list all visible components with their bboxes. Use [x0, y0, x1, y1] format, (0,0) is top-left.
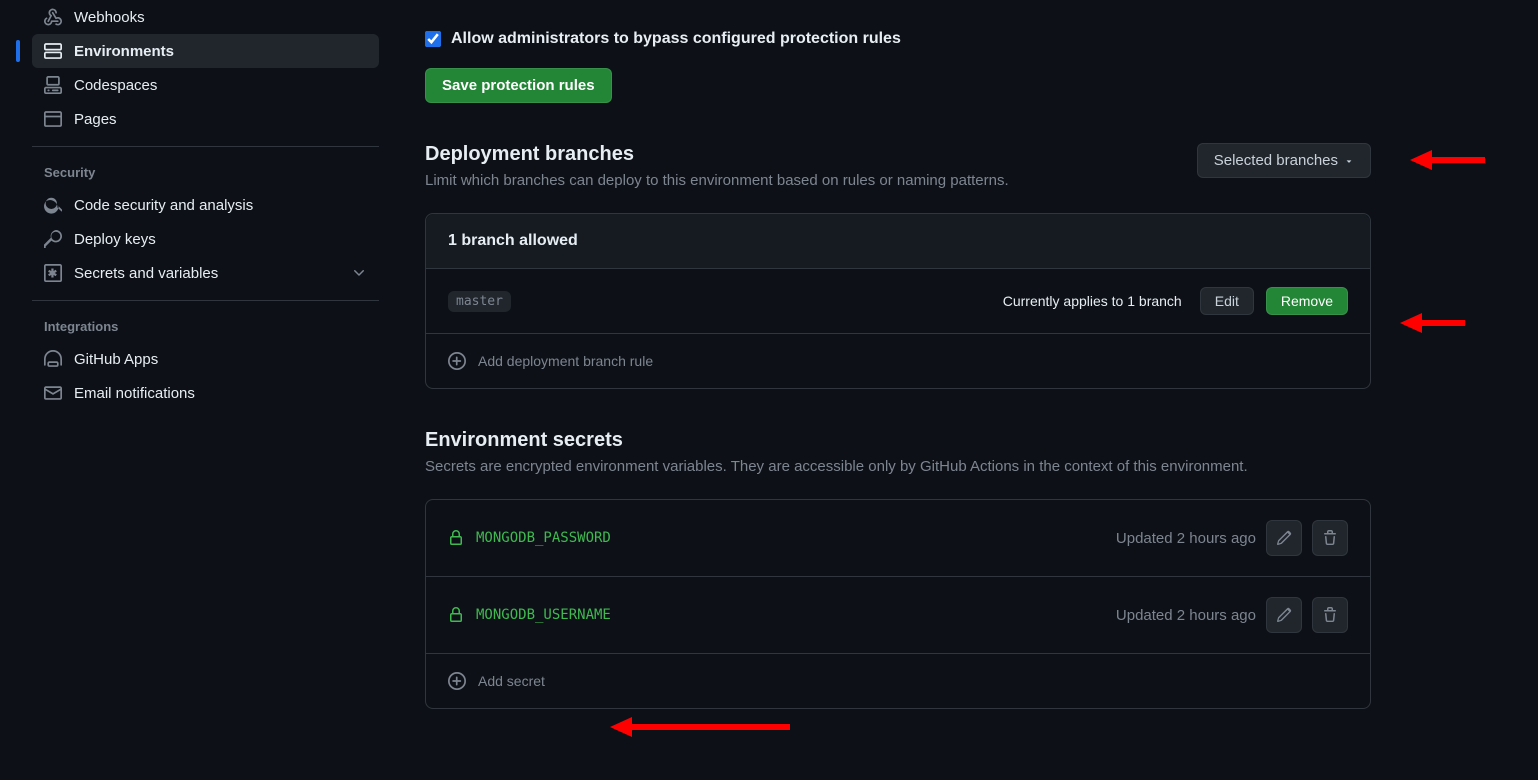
secret-name: MONGODB_USERNAME [476, 607, 611, 623]
branch-tag: master [448, 291, 511, 312]
delete-secret-button[interactable] [1312, 520, 1348, 556]
secrets-desc: Secrets are encrypted environment variab… [425, 458, 1371, 475]
triangle-down-icon [1344, 156, 1354, 166]
sidebar-item-label: Code security and analysis [74, 197, 253, 214]
sidebar-item-label: Email notifications [74, 385, 195, 402]
settings-sidebar: Webhooks Environments Codespaces Pages S… [0, 0, 395, 780]
hubot-icon [44, 350, 62, 368]
secret-updated: Updated 2 hours ago [1116, 607, 1256, 624]
bypass-admin-label: Allow administrators to bypass configure… [451, 30, 901, 48]
branch-rules-box: 1 branch allowed master Currently applie… [425, 213, 1371, 389]
asterisk-icon [44, 264, 62, 282]
sidebar-item-email-notifications[interactable]: Email notifications [32, 376, 379, 410]
selected-branches-dropdown[interactable]: Selected branches [1197, 143, 1371, 178]
pencil-icon [1276, 607, 1292, 623]
sidebar-item-label: Pages [74, 111, 117, 128]
add-branch-rule-button[interactable]: Add deployment branch rule [426, 334, 1370, 388]
sidebar-item-environments[interactable]: Environments [32, 34, 379, 68]
environment-secrets-section: Environment secrets Secrets are encrypte… [425, 429, 1371, 709]
pencil-icon [1276, 530, 1292, 546]
save-protection-rules-button[interactable]: Save protection rules [425, 68, 612, 103]
branch-status: Currently applies to 1 branch [1003, 293, 1182, 309]
browser-icon [44, 110, 62, 128]
remove-branch-button[interactable]: Remove [1266, 287, 1348, 315]
sidebar-item-codespaces[interactable]: Codespaces [32, 68, 379, 102]
edit-secret-button[interactable] [1266, 597, 1302, 633]
sidebar-heading-integrations: Integrations [32, 311, 379, 342]
dropdown-label: Selected branches [1214, 152, 1338, 169]
branch-box-header: 1 branch allowed [426, 214, 1370, 269]
codescan-icon [44, 196, 62, 214]
edit-secret-button[interactable] [1266, 520, 1302, 556]
add-secret-label: Add secret [478, 673, 545, 689]
secrets-box: MONGODB_PASSWORD Updated 2 hours ago [425, 499, 1371, 709]
secret-updated: Updated 2 hours ago [1116, 530, 1256, 547]
sidebar-heading-security: Security [32, 157, 379, 188]
trash-icon [1322, 530, 1338, 546]
annotation-arrow [1410, 145, 1485, 175]
secret-name: MONGODB_PASSWORD [476, 530, 611, 546]
sidebar-item-code-security[interactable]: Code security and analysis [32, 188, 379, 222]
edit-branch-button[interactable]: Edit [1200, 287, 1254, 315]
sidebar-item-label: Deploy keys [74, 231, 156, 248]
trash-icon [1322, 607, 1338, 623]
webhook-icon [44, 8, 62, 26]
sidebar-item-label: GitHub Apps [74, 351, 158, 368]
secret-row: MONGODB_PASSWORD Updated 2 hours ago [426, 500, 1370, 577]
divider [32, 300, 379, 301]
codespaces-icon [44, 76, 62, 94]
lock-icon [448, 530, 464, 546]
sidebar-item-label: Webhooks [74, 9, 145, 26]
add-secret-button[interactable]: Add secret [426, 654, 1370, 708]
plus-circle-icon [448, 352, 466, 370]
deployment-branches-section: Deployment branches Limit which branches… [425, 143, 1371, 389]
server-icon [44, 42, 62, 60]
main-content: Allow administrators to bypass configure… [395, 0, 1395, 780]
deployment-desc: Limit which branches can deploy to this … [425, 172, 1009, 189]
sidebar-item-secrets[interactable]: Secrets and variables [32, 256, 379, 290]
secret-row: MONGODB_USERNAME Updated 2 hours ago [426, 577, 1370, 654]
branch-rule-row: master Currently applies to 1 branch Edi… [426, 269, 1370, 334]
divider [32, 146, 379, 147]
bypass-admin-row: Allow administrators to bypass configure… [425, 30, 1371, 48]
plus-circle-icon [448, 672, 466, 690]
sidebar-item-label: Environments [74, 43, 174, 60]
bypass-admin-checkbox[interactable] [425, 31, 441, 47]
sidebar-item-pages[interactable]: Pages [32, 102, 379, 136]
deployment-title: Deployment branches [425, 143, 1009, 166]
key-icon [44, 230, 62, 248]
add-rule-label: Add deployment branch rule [478, 353, 653, 369]
lock-icon [448, 607, 464, 623]
sidebar-item-label: Secrets and variables [74, 265, 218, 282]
delete-secret-button[interactable] [1312, 597, 1348, 633]
annotation-arrow [1400, 308, 1465, 338]
secrets-title: Environment secrets [425, 429, 1371, 452]
mail-icon [44, 384, 62, 402]
sidebar-item-deploy-keys[interactable]: Deploy keys [32, 222, 379, 256]
sidebar-item-label: Codespaces [74, 77, 157, 94]
sidebar-item-github-apps[interactable]: GitHub Apps [32, 342, 379, 376]
chevron-down-icon [351, 265, 367, 281]
sidebar-item-webhooks[interactable]: Webhooks [32, 0, 379, 34]
